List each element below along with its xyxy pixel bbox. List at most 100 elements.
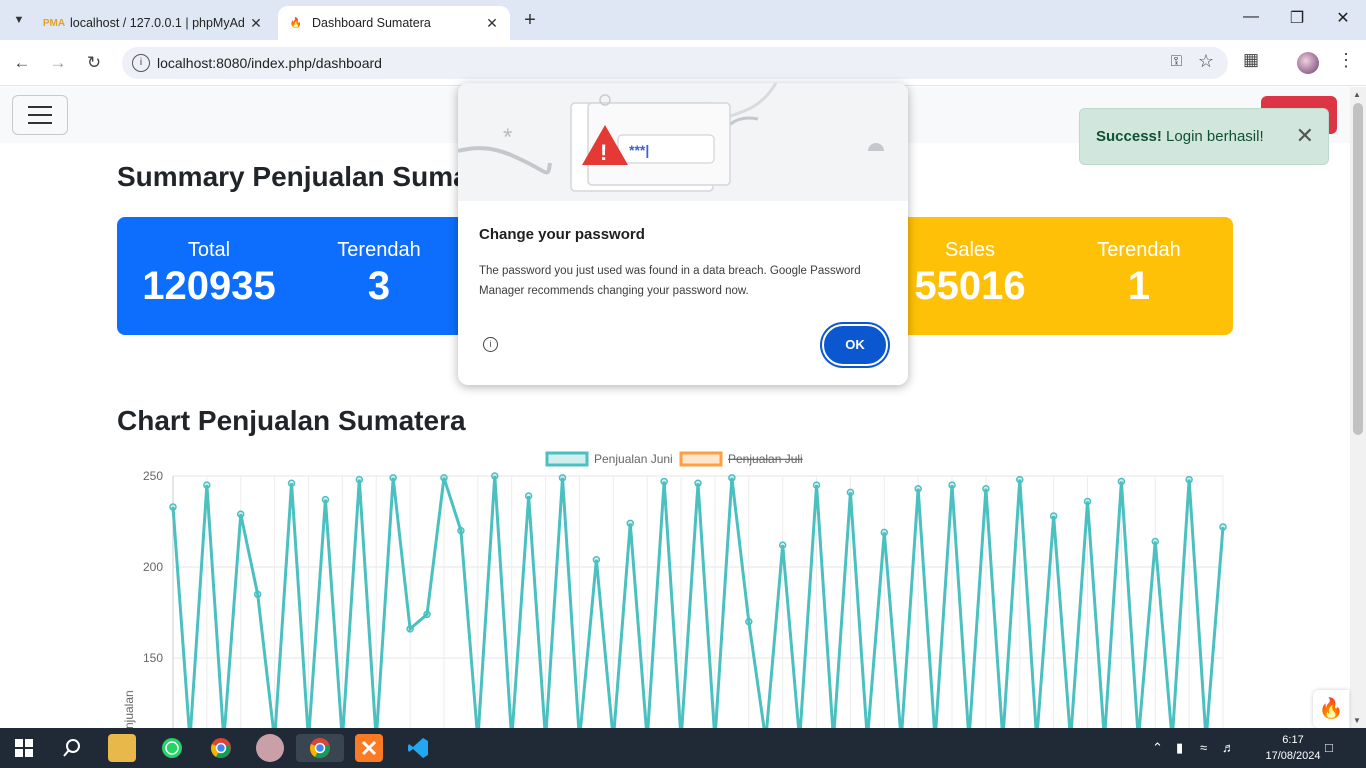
- stat-value: 1: [1127, 264, 1151, 308]
- data-point: [236, 510, 245, 518]
- data-point: [440, 474, 448, 482]
- stat-value: 3: [367, 264, 391, 308]
- data-point: [592, 555, 601, 564]
- windows-start-icon[interactable]: [10, 734, 38, 762]
- data-point: [423, 610, 431, 619]
- forward-icon[interactable]: →: [45, 50, 71, 76]
- scroll-thumb[interactable]: [1353, 103, 1363, 435]
- xampp-icon[interactable]: [355, 734, 383, 762]
- stat-value: 55016: [914, 264, 1026, 308]
- data-point: [982, 484, 990, 493]
- data-point: [203, 481, 211, 489]
- password-key-icon[interactable]: ⚿: [1171, 53, 1182, 70]
- data-point: [728, 474, 736, 482]
- stat-label: Sales: [944, 239, 996, 261]
- data-point: [287, 479, 296, 488]
- minimize-icon[interactable]: —: [1228, 8, 1274, 26]
- stat-value: 120935: [142, 264, 276, 308]
- profile-avatar[interactable]: [1297, 52, 1319, 74]
- new-tab-icon[interactable]: +: [518, 9, 542, 32]
- chrome-icon[interactable]: [207, 734, 235, 762]
- data-point: [355, 475, 364, 484]
- notification-icon[interactable]: □: [1325, 740, 1333, 755]
- data-point: [626, 519, 635, 528]
- data-point: [406, 625, 414, 633]
- toast-message: Success! Login berhasil!: [1096, 128, 1264, 145]
- clock-date: 17/08/2024: [1265, 750, 1321, 762]
- data-point: [914, 484, 922, 493]
- data-point: [1117, 477, 1126, 486]
- chrome-profile-icon[interactable]: [296, 734, 344, 762]
- data-point: [1151, 537, 1160, 546]
- site-info-icon[interactable]: i: [132, 54, 150, 72]
- info-icon[interactable]: i: [483, 337, 498, 352]
- stat-total: Total 120935: [124, 239, 294, 309]
- y-tick-label: 150: [143, 651, 163, 665]
- wifi-icon[interactable]: ≈: [1200, 740, 1207, 755]
- tab-search-icon[interactable]: ▼: [6, 7, 32, 33]
- page-scrollbar[interactable]: ▲ ▼: [1350, 87, 1366, 728]
- svg-text:*: *: [503, 124, 512, 151]
- tab-dashboard[interactable]: 🔥 Dashboard Sumatera ✕: [278, 6, 510, 40]
- data-point: [880, 528, 889, 537]
- url-text[interactable]: localhost:8080/index.php/dashboard: [157, 55, 382, 71]
- close-icon[interactable]: ✕: [1296, 123, 1314, 149]
- clock-time: 6:17: [1282, 734, 1304, 746]
- summary-heading: Summary Penjualan Sumat: [117, 161, 479, 192]
- close-window-icon[interactable]: ✕: [1320, 8, 1366, 28]
- toast-text: Login berhasil!: [1166, 128, 1264, 145]
- data-point: [778, 541, 787, 549]
- reload-icon[interactable]: ↻: [81, 50, 107, 76]
- back-icon[interactable]: ←: [9, 50, 35, 76]
- series-line-juni: [171, 475, 1225, 728]
- browser-tab-bar: ▼ PMA localhost / 127.0.0.1 | phpMyAd ✕ …: [0, 0, 1366, 40]
- toast-strong: Success!: [1096, 128, 1162, 145]
- pma-icon: PMA: [42, 17, 66, 29]
- bookmark-star-icon[interactable]: ☆: [1198, 51, 1214, 72]
- flame-icon: 🔥: [289, 17, 303, 29]
- address-bar: ← → ↻ i localhost:8080/index.php/dashboa…: [0, 40, 1366, 86]
- svg-text:!: !: [600, 140, 607, 165]
- restore-icon[interactable]: ❐: [1274, 8, 1320, 28]
- data-point: [321, 495, 330, 504]
- tray-chevron-icon[interactable]: ⌃: [1152, 740, 1163, 756]
- tab-phpmyadmin[interactable]: PMA localhost / 127.0.0.1 | phpMyAd ✕: [36, 6, 274, 40]
- data-point: [1185, 475, 1193, 484]
- data-point: [457, 526, 465, 535]
- battery-icon[interactable]: ▮: [1176, 740, 1183, 756]
- legend-label: Penjualan Juni: [594, 452, 673, 466]
- tab-title: localhost / 127.0.0.1 | phpMyAd: [70, 16, 245, 30]
- stat-terendah: Terendah 3: [294, 239, 464, 309]
- taskbar-clock[interactable]: 6:17 17/08/2024: [1262, 732, 1324, 764]
- sales-line-chart: 250 200 150 Penjualan Penjualan Juni Penjuala…: [122, 451, 1227, 728]
- ok-button[interactable]: OK: [822, 324, 888, 366]
- vscode-icon[interactable]: [404, 734, 432, 762]
- navbar-toggler-button[interactable]: [12, 95, 68, 135]
- data-point: [253, 590, 262, 599]
- whatsapp-icon[interactable]: [158, 734, 186, 762]
- file-explorer-icon[interactable]: [108, 734, 136, 762]
- legend-swatch: [679, 451, 723, 467]
- scroll-up-icon[interactable]: ▲: [1353, 90, 1361, 99]
- legend-swatch: [545, 451, 589, 467]
- data-point: [745, 617, 753, 626]
- anime-app-icon[interactable]: [256, 734, 284, 762]
- data-point: [948, 481, 956, 489]
- url-bar[interactable]: i localhost:8080/index.php/dashboard ⚿ ☆: [122, 47, 1228, 79]
- legend-label: Penjualan Juli: [728, 452, 803, 466]
- close-tab-icon[interactable]: ✕: [248, 15, 264, 32]
- y-tick-label: 200: [143, 560, 163, 574]
- stat-label: Terendah: [1097, 239, 1181, 261]
- password-mask-text: ***|: [629, 142, 649, 158]
- search-icon[interactable]: [58, 734, 86, 762]
- codeigniter-toolbar-icon[interactable]: 🔥: [1313, 690, 1349, 728]
- stat-label: Total: [187, 239, 231, 261]
- menu-kebab-icon[interactable]: ⋮: [1337, 50, 1355, 71]
- success-toast: Success! Login berhasil! ✕: [1079, 108, 1329, 165]
- data-point: [524, 492, 533, 500]
- volume-icon[interactable]: ♬: [1222, 740, 1235, 755]
- close-tab-icon[interactable]: ✕: [484, 15, 500, 32]
- stat-terendah-sales: Terendah 1: [1054, 239, 1224, 309]
- extensions-icon[interactable]: ▦: [1243, 50, 1259, 70]
- scroll-down-icon[interactable]: ▼: [1353, 716, 1361, 725]
